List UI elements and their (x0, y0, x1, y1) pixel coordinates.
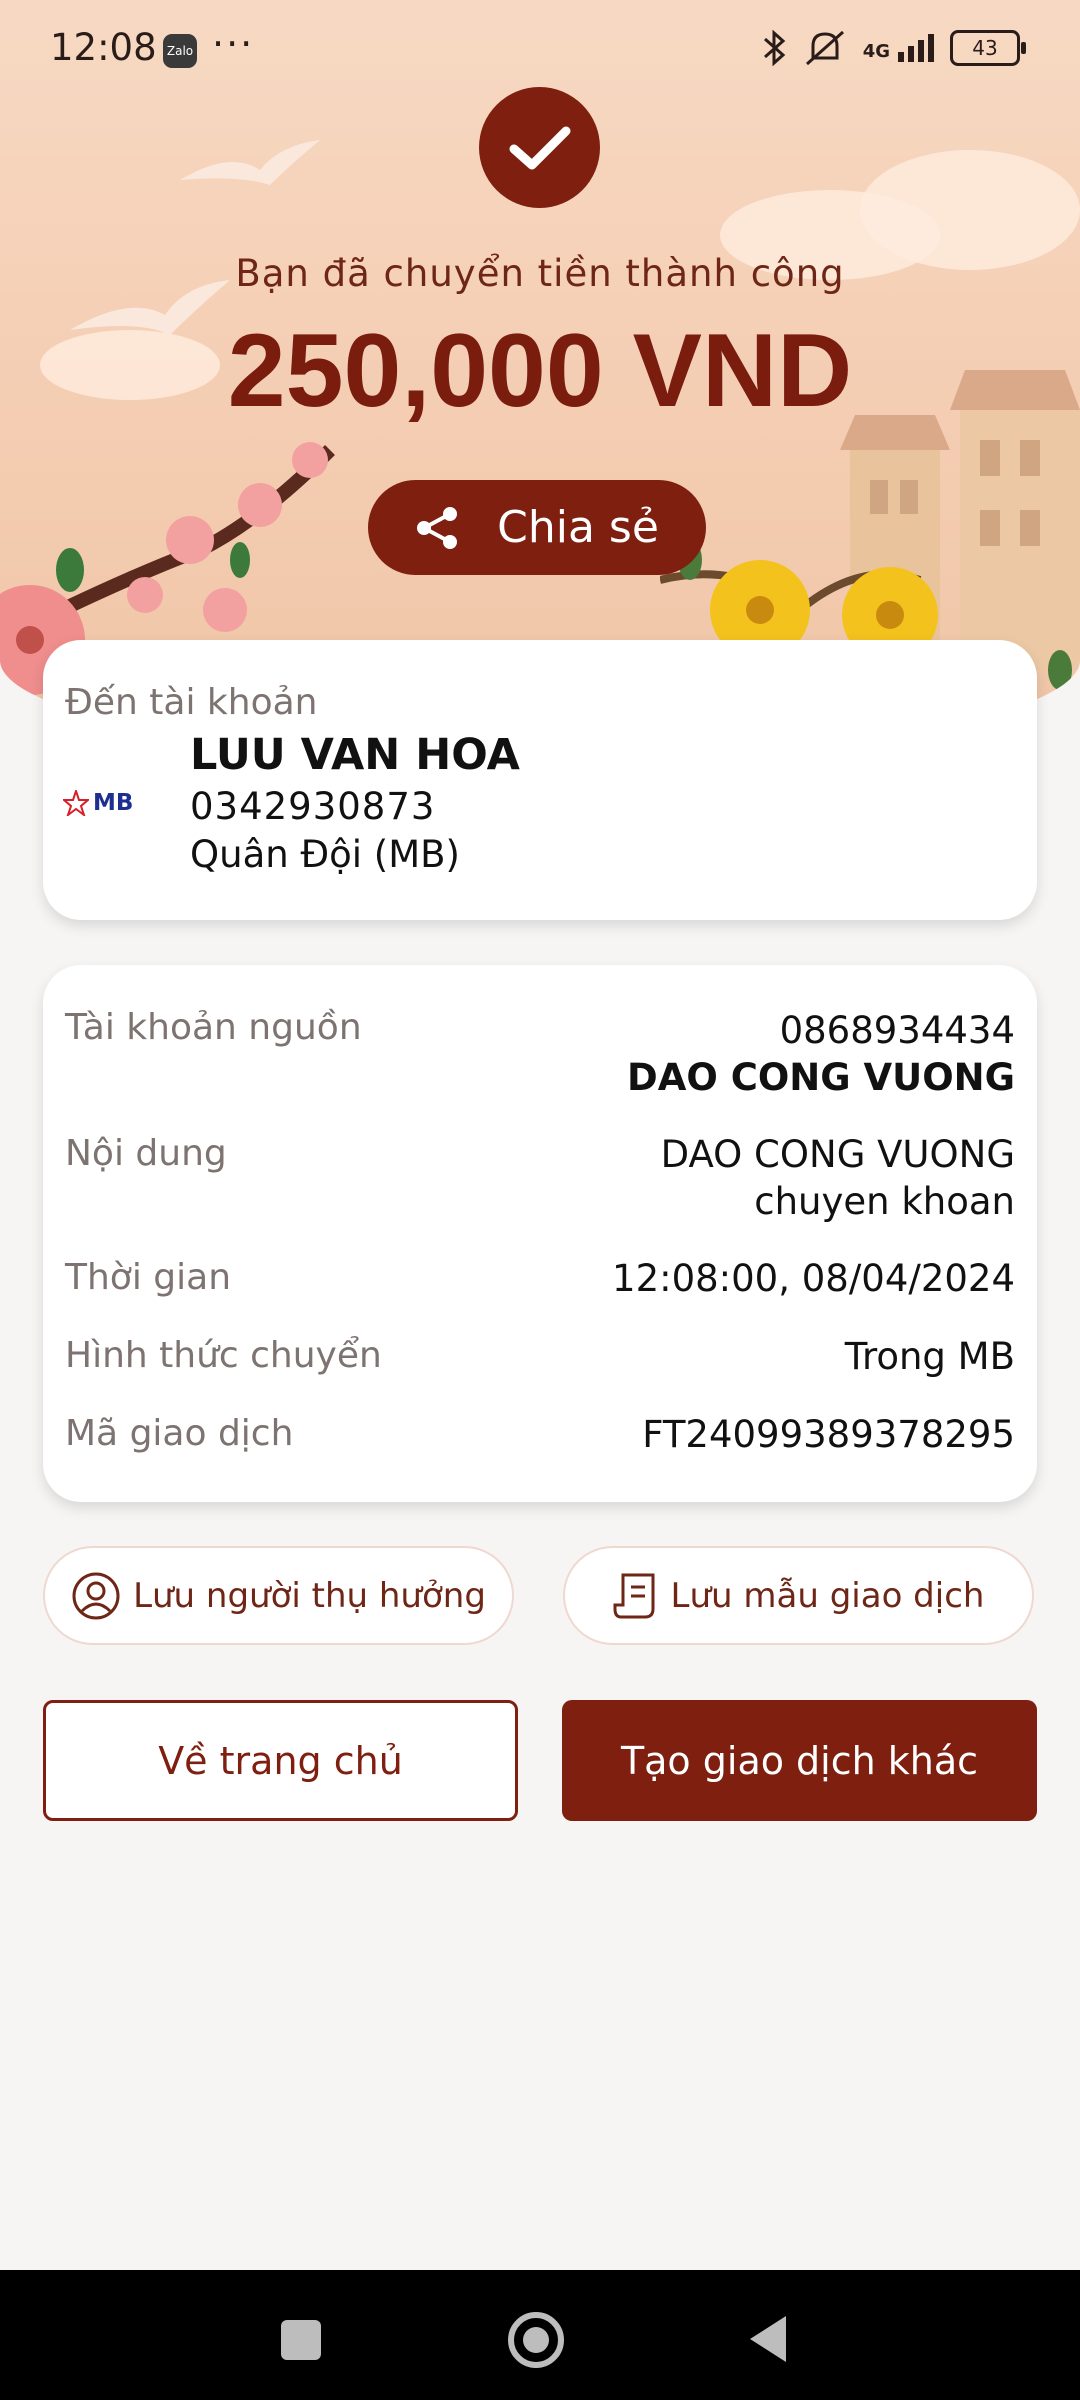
mb-bank-logo: MB (63, 790, 133, 816)
recipient-bank: Quân Đội (MB) (190, 833, 460, 876)
receipt-icon (613, 1573, 655, 1618)
source-account-number: 0868934434 (779, 1009, 1015, 1052)
save-beneficiary-button[interactable]: Lưu người thụ hưởng (43, 1546, 514, 1645)
save-template-label: Lưu mẫu giao dịch (670, 1575, 985, 1616)
new-transaction-button[interactable]: Tạo giao dịch khác (562, 1700, 1037, 1821)
network-type: 4G (862, 41, 890, 62)
zalo-notification-icon: Zalo (163, 34, 197, 68)
share-button[interactable]: Chia sẻ (368, 480, 706, 575)
transaction-id-label: Mã giao dịch (65, 1413, 294, 1454)
recipient-card: Đến tài khoản MB LUU VAN HOA 0342930873 … (43, 640, 1037, 920)
transfer-amount: 250,000 VND (227, 313, 853, 429)
transaction-details-card: Tài khoản nguồn 0868934434 DAO CONG VUON… (43, 965, 1037, 1502)
share-icon (417, 506, 458, 549)
time-value: 12:08:00, 08/04/2024 (612, 1257, 1015, 1300)
star-icon (63, 790, 89, 816)
method-label: Hình thức chuyển (65, 1335, 382, 1376)
signal-icon: 4G (863, 34, 934, 62)
success-check-icon (479, 87, 600, 208)
mute-icon (805, 30, 844, 66)
status-bar: 12:08 Zalo ··· 4G 43 (0, 0, 1080, 100)
save-beneficiary-label: Lưu người thụ hưởng (133, 1575, 486, 1616)
back-button[interactable] (748, 2314, 788, 2364)
transaction-id-value: FT24099389378295 (642, 1413, 1015, 1456)
source-account-label: Tài khoản nguồn (65, 1007, 362, 1048)
content-line-2: chuyen khoan (754, 1180, 1015, 1223)
recents-button[interactable] (281, 2320, 321, 2360)
content-label: Nội dung (65, 1133, 227, 1174)
status-icons: 4G 43 (763, 28, 1026, 68)
swallow-decoration (180, 140, 320, 185)
time-label: Thời gian (65, 1257, 232, 1298)
source-account-name: DAO CONG VUONG (627, 1056, 1015, 1099)
navigation-bar (0, 2270, 1080, 2400)
share-label: Chia sẻ (497, 502, 659, 553)
mb-logo-text: MB (93, 790, 134, 816)
success-message: Bạn đã chuyển tiền thành công (235, 252, 845, 295)
recipient-label: Đến tài khoản (65, 682, 318, 723)
recipient-account: 0342930873 (190, 785, 436, 828)
content-line-1: DAO CONG VUONG (660, 1133, 1015, 1176)
more-notifications-icon: ··· (212, 22, 255, 66)
status-time: 12:08 (50, 26, 157, 69)
battery-icon: 43 (950, 30, 1026, 66)
method-value: Trong MB (844, 1335, 1015, 1378)
user-circle-icon (72, 1572, 120, 1619)
bluetooth-icon (763, 29, 785, 67)
save-template-button[interactable]: Lưu mẫu giao dịch (563, 1546, 1034, 1645)
recipient-name: LUU VAN HOA (190, 730, 520, 780)
home-nav-button[interactable] (508, 2312, 564, 2368)
home-button[interactable]: Về trang chủ (43, 1700, 518, 1821)
